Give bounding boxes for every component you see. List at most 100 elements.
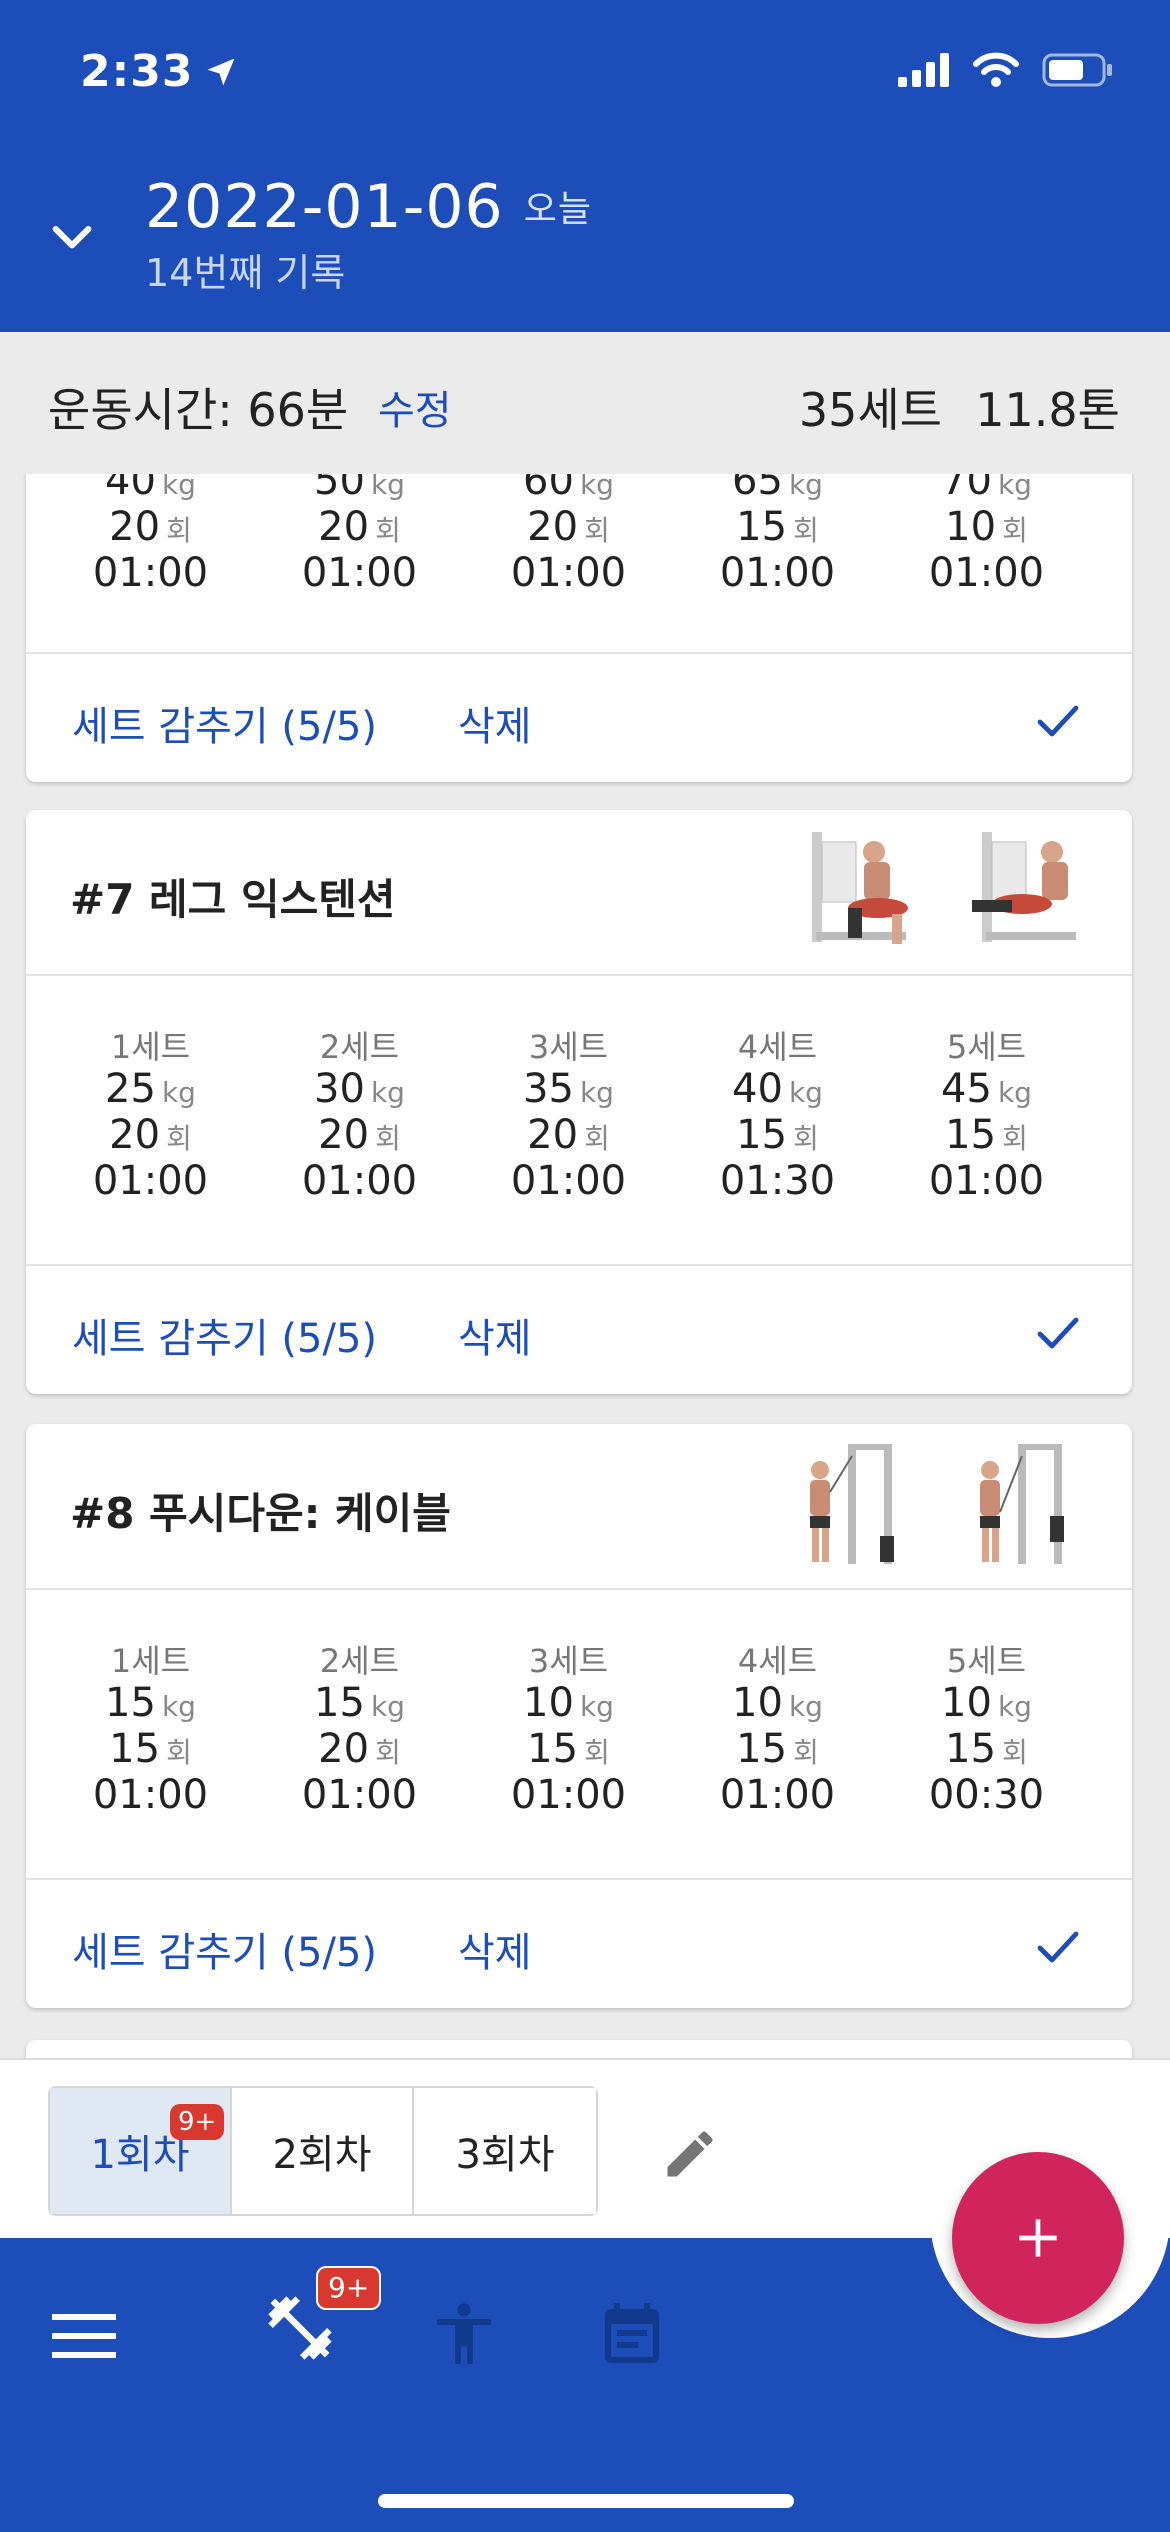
reps-unit: 회: [584, 1736, 610, 1769]
body-icon[interactable]: [428, 2296, 500, 2372]
leg-extension-end-image: [972, 832, 1076, 942]
exercise-card: #8 푸시다운: 케이블 1세트 15 kg 15 회 01:00 2세트 15…: [26, 1424, 1132, 2008]
set-label: 5세트: [946, 1028, 1027, 1066]
exercise-time: 운동시간: 66분: [48, 383, 349, 437]
add-button[interactable]: [952, 2152, 1124, 2324]
check-icon[interactable]: [1034, 1308, 1082, 1356]
weight-unit: kg: [161, 474, 196, 501]
exercise-list[interactable]: 40 kg 20 회 01:00 50 kg 20 회 01:00 60 kg 20 회 0…: [0, 474, 1170, 2058]
set-weight: 35: [523, 1066, 574, 1112]
set-reps: 20: [318, 504, 370, 550]
set-time: 00:30: [928, 1772, 1045, 1818]
tab-round-1[interactable]: 1회차 9+: [50, 2088, 232, 2214]
set-time: 01:00: [928, 550, 1045, 596]
card-header[interactable]: #8 푸시다운: 케이블: [26, 1424, 1132, 1590]
set-column: 4세트 40 kg 15 회 01:30: [673, 976, 882, 1264]
set-column: 40 kg 20 회 01:00: [46, 474, 255, 652]
hide-sets-button[interactable]: 세트 감추기 (5/5): [72, 694, 377, 752]
set-label: 3세트: [528, 1642, 609, 1680]
reps-unit: 회: [375, 1122, 401, 1155]
delete-button[interactable]: 삭제: [458, 694, 532, 752]
set-reps: 20: [318, 1726, 370, 1772]
exercise-images: [792, 1436, 1092, 1576]
weight-unit: kg: [161, 1690, 196, 1723]
signal-icon: [898, 53, 949, 87]
card-header[interactable]: #7 레그 익스텐션: [26, 810, 1132, 976]
set-weight: 10: [523, 1680, 574, 1726]
hide-sets-button[interactable]: 세트 감추기 (5/5): [72, 1920, 377, 1978]
set-time: 01:00: [510, 1158, 627, 1204]
battery-icon: [1042, 53, 1112, 87]
set-column: 65 kg 15 회 01:00: [673, 474, 882, 652]
sets-row: 1세트 15 kg 15 회 01:00 2세트 15 kg 20 회 01:00 3세…: [26, 1590, 1132, 1880]
workout-summary: 운동시간: 66분 수정 35세트 11.8톤: [0, 332, 1170, 472]
set-reps: 20: [109, 504, 161, 550]
weight-unit: kg: [788, 1076, 823, 1109]
status-time: 2:33: [80, 46, 239, 97]
workout-badge: 9+: [316, 2266, 382, 2310]
pencil-icon[interactable]: [660, 2124, 720, 2184]
record-date: 2022-01-06 오늘: [145, 172, 592, 242]
set-weight: 45: [941, 1066, 992, 1112]
round-badge: 9+: [170, 2104, 225, 2140]
chevron-down-icon[interactable]: [44, 208, 100, 264]
exercise-card: 40 kg 20 회 01:00 50 kg 20 회 01:00 60 kg 20 회 0…: [26, 474, 1132, 782]
reps-unit: 회: [166, 1736, 192, 1769]
reps-unit: 회: [375, 514, 401, 547]
menu-icon[interactable]: [50, 2308, 118, 2364]
hide-sets-button[interactable]: 세트 감추기 (5/5): [72, 1306, 377, 1364]
set-weight: 30: [314, 1066, 365, 1112]
set-reps: 15: [736, 1726, 788, 1772]
set-label: 2세트: [319, 1642, 400, 1680]
reps-unit: 회: [166, 1122, 192, 1155]
round-tabs: 1회차 9+ 2회차 3회차: [48, 2086, 598, 2216]
reps-unit: 회: [1002, 1122, 1028, 1155]
check-icon[interactable]: [1034, 1922, 1082, 1970]
exercise-images: [792, 822, 1092, 962]
delete-button[interactable]: 삭제: [458, 1920, 532, 1978]
exercise-card: [26, 2040, 1132, 2058]
set-column: 3세트 10 kg 15 회 01:00: [464, 1590, 673, 1878]
today-label: 오늘: [523, 189, 592, 230]
set-column: 2세트 15 kg 20 회 01:00: [255, 1590, 464, 1878]
reps-unit: 회: [166, 514, 192, 547]
set-weight: 40: [105, 474, 156, 504]
status-time-text: 2:33: [80, 46, 194, 97]
set-weight: 25: [105, 1066, 156, 1112]
set-column: 70 kg 10 회 01:00: [882, 474, 1091, 652]
set-reps: 15: [736, 504, 788, 550]
exercise-title: #7 레그 익스텐션: [70, 875, 396, 924]
set-label: 2세트: [319, 1028, 400, 1066]
total-weight: 11.8톤: [975, 383, 1120, 437]
weight-unit: kg: [997, 1690, 1032, 1723]
tab-round-3[interactable]: 3회차: [414, 2088, 596, 2214]
card-actions: 세트 감추기 (5/5) 삭제: [26, 1266, 1132, 1394]
set-time: 01:00: [928, 1158, 1045, 1204]
set-reps: 10: [945, 504, 997, 550]
calendar-icon[interactable]: [596, 2298, 668, 2374]
set-time: 01:00: [510, 1772, 627, 1818]
pushdown-start-image: [810, 1444, 894, 1564]
weight-unit: kg: [579, 1076, 614, 1109]
set-time: 01:00: [301, 550, 418, 596]
sets-row: 40 kg 20 회 01:00 50 kg 20 회 01:00 60 kg 20 회 0…: [26, 474, 1132, 654]
reps-unit: 회: [793, 1736, 819, 1769]
set-column: 2세트 30 kg 20 회 01:00: [255, 976, 464, 1264]
exercise-card: #7 레그 익스텐션 1세트 25 kg 20 회 01:00 2세트 30 k…: [26, 810, 1132, 1394]
check-icon[interactable]: [1034, 696, 1082, 744]
set-column: 1세트 25 kg 20 회 01:00: [46, 976, 255, 1264]
set-reps: 15: [527, 1726, 579, 1772]
tab-round-2[interactable]: 2회차: [232, 2088, 414, 2214]
set-column: 50 kg 20 회 01:00: [255, 474, 464, 652]
sets-row: 1세트 25 kg 20 회 01:00 2세트 30 kg 20 회 01:00 3세…: [26, 976, 1132, 1266]
weight-unit: kg: [788, 1690, 823, 1723]
set-time: 01:30: [719, 1158, 836, 1204]
wifi-icon: [973, 52, 1019, 87]
set-column: 4세트 10 kg 15 회 01:00: [673, 1590, 882, 1878]
set-time: 01:00: [301, 1158, 418, 1204]
weight-unit: kg: [579, 1690, 614, 1723]
edit-time-button[interactable]: 수정: [378, 378, 452, 436]
delete-button[interactable]: 삭제: [458, 1306, 532, 1364]
tab-label: 2회차: [272, 2132, 372, 2178]
set-weight: 10: [732, 1680, 783, 1726]
